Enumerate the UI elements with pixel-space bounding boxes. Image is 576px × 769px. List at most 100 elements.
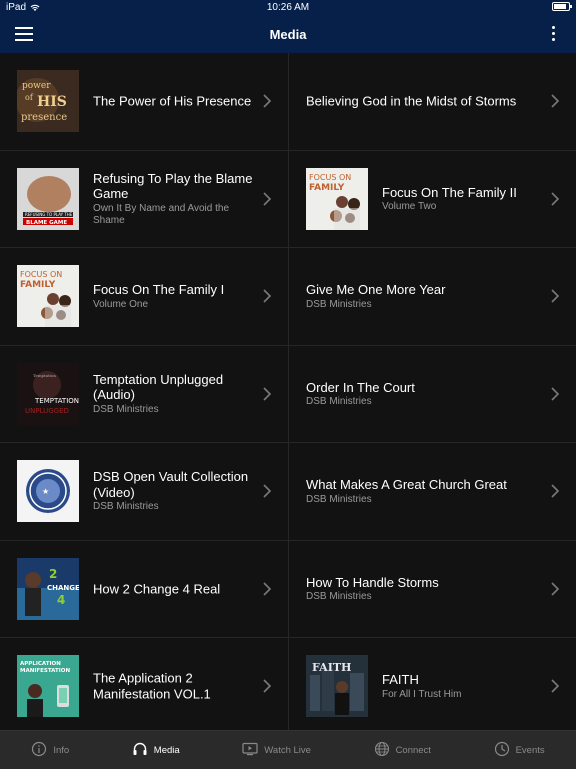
menu-icon[interactable] xyxy=(15,27,33,41)
tab-label: Events xyxy=(515,744,545,756)
svg-text:FAITH: FAITH xyxy=(312,661,351,674)
media-item-subtitle: DSB Ministries xyxy=(306,396,372,407)
media-item-text: What Makes A Great Church Great DSB Minis… xyxy=(306,477,546,506)
svg-text:2: 2 xyxy=(49,567,57,581)
tab-connect[interactable]: Connect xyxy=(374,741,431,760)
media-item-left-2[interactable]: REFUSING TO PLAY THE BLAME GAME Refusing T… xyxy=(0,150,289,248)
media-item-subtitle: DSB Ministries xyxy=(306,591,372,602)
media-item-text: Temptation Unplugged (Audio) DSB Ministri… xyxy=(93,372,258,416)
svg-text:4: 4 xyxy=(57,593,65,607)
chevron-right-icon xyxy=(262,582,272,596)
svg-text:FAMILY: FAMILY xyxy=(20,280,56,290)
tab-events[interactable]: Events xyxy=(494,741,545,760)
media-item-title: Refusing To Play the Blame Game xyxy=(93,170,253,202)
svg-text:FOCUS ON: FOCUS ON xyxy=(309,173,351,182)
media-item-left-4[interactable]: Temptation TEMPTATION UNPLUGGED Temptation … xyxy=(0,345,289,443)
application-cover-icon: APPLICATION MANIFESTATION xyxy=(17,655,79,717)
media-item-text: How 2 Change 4 Real xyxy=(93,581,258,597)
media-item-right-6[interactable]: How To Handle Storms DSB Ministries xyxy=(289,541,576,638)
media-item-title: Focus On The Family I xyxy=(93,282,225,297)
tab-info[interactable]: Info xyxy=(31,741,69,760)
media-item-title: FAITH xyxy=(382,672,419,687)
battery-icon xyxy=(552,2,572,11)
media-grid: power of HIS presence The Power of His Prese… xyxy=(0,53,576,730)
tab-label: Media xyxy=(153,744,180,756)
media-item-title: The Power of His Presence xyxy=(93,93,252,109)
headphones-icon xyxy=(132,741,148,760)
media-item-subtitle: Volume Two xyxy=(382,201,437,212)
media-item-text: Focus On The Family I Volume One xyxy=(93,282,258,311)
media-item-subtitle: Own It By Name and Avoid the Shame xyxy=(93,202,230,226)
svg-text:of: of xyxy=(25,93,34,102)
media-item-right-1[interactable]: Believing God in the Midst of Storms xyxy=(289,53,576,151)
media-item-title: What Makes A Great Church Great xyxy=(306,477,507,492)
tab-watch-live[interactable]: Watch Live xyxy=(242,741,311,760)
chevron-right-icon xyxy=(262,387,272,401)
tab-label: Info xyxy=(53,744,70,756)
media-item-right-3[interactable]: Give Me One More Year DSB Ministries xyxy=(289,248,576,346)
svg-text:MANIFESTATION: MANIFESTATION xyxy=(20,668,70,674)
svg-text:UNPLUGGED: UNPLUGGED xyxy=(25,407,69,415)
focus-family-cover-icon: FOCUS ON FAMILY xyxy=(306,167,368,230)
tab-label: Watch Live xyxy=(264,744,311,756)
chevron-right-icon xyxy=(262,192,272,206)
media-item-text: Believing God in the Midst of Storms xyxy=(306,94,546,110)
media-item-text: Give Me One More Year DSB Ministries xyxy=(306,282,546,311)
faith-cover-icon: FAITH xyxy=(306,655,368,717)
dsb-seal-cover-icon: ★ xyxy=(17,460,79,522)
media-item-subtitle: For All I Trust Him xyxy=(382,688,462,700)
chevron-right-icon xyxy=(550,679,560,693)
media-item-right-5[interactable]: What Makes A Great Church Great DSB Minis… xyxy=(289,443,576,541)
svg-text:Temptation: Temptation xyxy=(33,373,56,378)
media-item-subtitle: DSB Ministries xyxy=(306,493,372,505)
media-item-text: Refusing To Play the Blame Game Own It By… xyxy=(93,171,258,227)
svg-text:presence: presence xyxy=(21,112,67,123)
svg-text:power: power xyxy=(22,81,51,91)
chevron-right-icon xyxy=(262,94,272,108)
media-item-text: FAITH For All I Trust Him xyxy=(382,672,546,701)
chevron-right-icon xyxy=(262,484,272,498)
media-item-title: The Application 2 Manifestation VOL.1 xyxy=(93,670,211,702)
media-item-text: DSB Open Vault Collection (Video) DSB Min… xyxy=(93,469,258,513)
info-icon xyxy=(31,741,47,760)
media-item-left-6[interactable]: 2 CHANGE 4 How 2 Change 4 Real xyxy=(0,540,289,638)
media-item-left-1[interactable]: power of HIS presence The Power of His Prese… xyxy=(0,53,289,151)
media-item-text: The Application 2 Manifestation VOL.1 xyxy=(93,671,258,702)
focus-family-cover-icon: FOCUS ON FAMILY xyxy=(17,265,79,327)
tab-label: Connect xyxy=(395,744,431,756)
media-item-left-7[interactable]: APPLICATION MANIFESTATION The Application … xyxy=(0,638,289,730)
more-options-icon[interactable] xyxy=(552,26,556,42)
svg-text:FOCUS ON: FOCUS ON xyxy=(20,270,62,279)
chevron-right-icon xyxy=(550,387,560,401)
tab-media[interactable]: Media xyxy=(132,741,180,760)
svg-text:REFUSING TO PLAY THE: REFUSING TO PLAY THE xyxy=(25,212,73,217)
media-item-left-3[interactable]: FOCUS ON FAMILY Focus On The Family I Volum… xyxy=(0,248,289,346)
media-item-right-2[interactable]: FOCUS ON FAMILY Focus On The Family II Volu… xyxy=(289,151,576,248)
chevron-right-icon xyxy=(550,484,560,498)
chevron-right-icon xyxy=(550,582,560,596)
media-item-left-5[interactable]: ★ DSB Open Vault Collection (Video) DSB Mi… xyxy=(0,443,289,541)
svg-text:FAMILY: FAMILY xyxy=(309,183,345,193)
media-item-subtitle: Volume One xyxy=(93,298,149,310)
globe-icon xyxy=(374,741,390,760)
media-item-text: Order In The Court DSB Ministries xyxy=(306,380,546,409)
change-real-cover-icon: 2 CHANGE 4 xyxy=(17,557,79,620)
chevron-right-icon xyxy=(550,289,560,303)
media-item-text: How To Handle Storms DSB Ministries xyxy=(306,575,546,604)
svg-text:HIS: HIS xyxy=(37,94,67,110)
media-item-right-4[interactable]: Order In The Court DSB Ministries xyxy=(289,346,576,443)
status-bar: iPad 10:26 AM xyxy=(0,0,576,16)
media-item-text: The Power of His Presence xyxy=(93,94,258,110)
media-item-title: How To Handle Storms xyxy=(306,574,439,590)
svg-text:APPLICATION: APPLICATION xyxy=(20,661,61,667)
svg-text:BLAME GAME: BLAME GAME xyxy=(26,220,67,226)
page-title: Media xyxy=(269,27,307,42)
media-item-subtitle: DSB Ministries xyxy=(306,298,372,310)
media-item-title: How 2 Change 4 Real xyxy=(93,581,221,596)
svg-text:★: ★ xyxy=(42,487,49,496)
power-presence-cover-icon: power of HIS presence xyxy=(17,70,79,132)
temptation-cover-icon: Temptation TEMPTATION UNPLUGGED xyxy=(17,362,79,425)
media-item-right-7[interactable]: FAITH FAITH For All I Trust Him xyxy=(289,638,576,730)
media-item-title: Order In The Court xyxy=(306,379,415,395)
media-item-title: DSB Open Vault Collection (Video) xyxy=(93,469,249,500)
